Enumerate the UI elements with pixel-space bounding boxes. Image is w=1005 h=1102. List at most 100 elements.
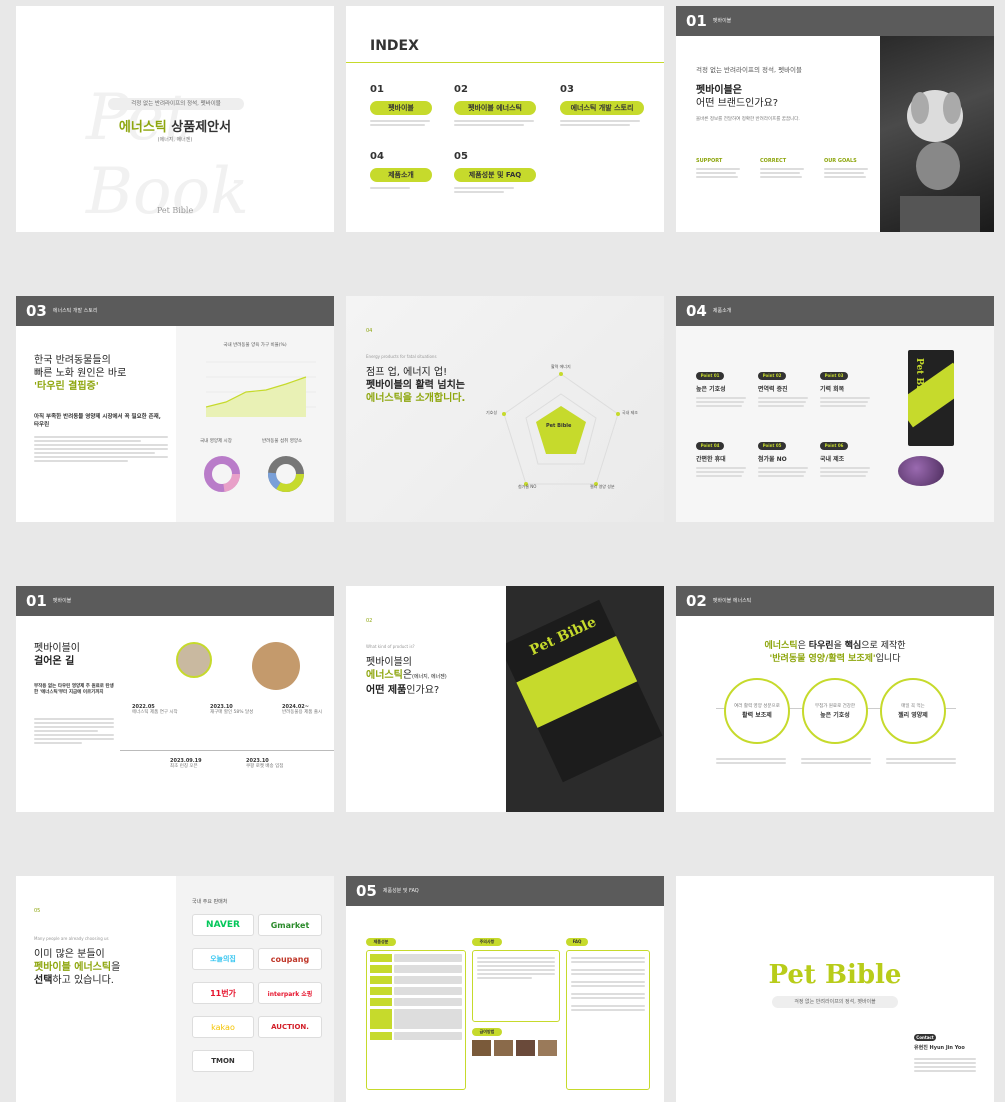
core-desc	[716, 756, 956, 766]
index-item-04[interactable]: 04 제품소개	[370, 151, 432, 191]
story-chart-panel: 국내 반려동물 양육 가구 비율(%) 국내 영양제 시장 반려동물 섭취 영양…	[176, 326, 334, 522]
story-headline: 한국 반려동물들의 빠른 노화 원인은 바로 '타우린 결핍증'	[34, 355, 127, 392]
index-title: INDEX	[370, 38, 419, 54]
vendors-headline: 이미 많은 분들이 펫바이블 에너스틱을 선택하고 있습니다.	[34, 949, 121, 986]
slide-vendors[interactable]: 05 Many people are already choosing us 이…	[16, 876, 334, 1102]
slide-energy-intro[interactable]: 04 Energy products for fatal situations …	[346, 296, 664, 522]
vendor-ohouse: 오늘의집	[192, 948, 254, 970]
vendors-eyebrow: Many people are already choosing us	[34, 936, 109, 941]
slide-ingredients-faq[interactable]: 05 제품성분 및 FAQ 제품성분 주의사항 급여방법 FAQ	[346, 876, 664, 1102]
brand-tagline: 걱정 없는 반려라이프의 정석, 펫바이블	[696, 66, 803, 74]
radar-center-label: Pet Bible	[546, 423, 572, 429]
point-05: Point 05 첨가물 NO	[758, 432, 808, 479]
radar-axis-2: 국내 제조	[622, 410, 638, 415]
faq-box	[566, 950, 650, 1090]
contact-name: 유현진 Hyun Jin Yoo	[914, 1045, 965, 1051]
energy-eyebrow: Energy products for fatal situations	[366, 354, 437, 359]
vendor-kakao: kakao	[192, 1016, 254, 1038]
slide-header: 02 펫바이블 에너스틱	[676, 586, 994, 616]
radar-chart	[502, 372, 620, 486]
product-photo: Pet Bible	[506, 586, 664, 812]
timeline-event-3: 2024.02~ 반려동물용 제품 출시	[282, 704, 323, 715]
tag-ingredients: 제품성분	[366, 938, 396, 946]
line-chart	[206, 361, 316, 417]
slide-header: 04 제품소개	[676, 296, 994, 326]
slide-history[interactable]: 01 펫바이블 펫바이블이 걸어온 길 부작용 없는 타우린 영양제 주 원료로 탄…	[16, 586, 334, 812]
tag-faq: FAQ	[566, 938, 588, 946]
vendor-auction: AUCTION.	[258, 1016, 322, 1038]
point-06: Point 06 국내 제조	[820, 432, 870, 479]
core-headline: 에너스틱은 타우린을 핵심으로 제작한 '반려동물 영양/활력 보조제'입니다	[764, 641, 906, 664]
vendor-coupang: coupang	[258, 948, 322, 970]
history-body	[34, 716, 114, 746]
index-item-05[interactable]: 05 제품성분 및 FAQ	[454, 151, 536, 195]
timeline-event-4: 2023.09.19 최초 런칭 오픈	[170, 758, 202, 769]
timeline-event-1: 2022.05 에너스틱 제품 연구 시작	[132, 704, 178, 715]
donut-chart-2	[268, 456, 304, 492]
caution-box	[472, 950, 560, 1022]
index-item-02[interactable]: 02 펫바이블 에너스틱	[454, 84, 536, 128]
slide-header: 01 펫바이블	[16, 586, 334, 616]
closing-tagline: 걱정 없는 반려라이프의 정석, 펫바이블	[772, 996, 898, 1008]
line-chart-title: 국내 반려동물 양육 가구 비율(%)	[223, 343, 287, 348]
tag-feeding: 급여방법	[472, 1028, 502, 1036]
slide-brand-intro[interactable]: 01 펫바이블 걱정 없는 반려라이프의 정석, 펫바이블 펫바이블은 어떤 브랜드…	[676, 6, 994, 232]
slide-index[interactable]: INDEX 01 펫바이블 02 펫바이블 에너스틱 03 에너스틱 개발 스토…	[346, 6, 664, 232]
slide-what-product[interactable]: 02 What kind of product is? 펫바이블의 에너스틱은(…	[346, 586, 664, 812]
what-headline: 펫바이블의 에너스틱은(에너지, 에너젠) 어떤 제품인가요?	[366, 657, 447, 696]
cover-brand: Pet Bible	[156, 206, 194, 215]
cover-subtitle: (에너지, 에너젠)	[157, 137, 193, 143]
slide-product-points[interactable]: 04 제품소개 Point 01 높은 기호성 Point 02 면역력 증진 Poi…	[676, 296, 994, 522]
brand-desc: 올바른 정보를 전달하여 정확한 반려라이프를 꿈꿉니다.	[696, 117, 800, 122]
timeline-event-2: 2023.10 재구매 할인 58% 달성	[210, 704, 254, 715]
what-eyebrow: What kind of product is?	[366, 644, 415, 649]
timeline-photo-1	[176, 642, 212, 678]
what-num: 02	[366, 618, 373, 624]
pie-label-2: 반려동물 섭취 영양소	[262, 439, 303, 444]
radar-axis-1: 활력 에너지	[551, 364, 571, 369]
feeding-images	[472, 1040, 557, 1056]
point-01: Point 01 높은 기호성	[696, 362, 746, 409]
vendor-11st: 11번가	[192, 982, 254, 1004]
index-rule	[346, 62, 664, 63]
vendor-gmarket: Gmarket	[258, 914, 322, 936]
cover-title: 에너스틱 상품제안서	[118, 120, 232, 135]
radar-axis-3: 젤리 영양 성분	[590, 484, 615, 489]
index-item-01[interactable]: 01 펫바이블	[370, 84, 432, 128]
core-circle-3: 매일 꼭 먹는 젤리 영양제	[880, 678, 946, 744]
story-sub: 아직 부족한 반려동물 영양제 시장에서 꼭 필요한 존재, 타우린	[34, 414, 161, 428]
index-item-03[interactable]: 03 에너스틱 개발 스토리	[560, 84, 644, 128]
vendor-interpark: interpark 쇼핑	[258, 982, 322, 1004]
contact-details	[914, 1056, 976, 1074]
radar-axis-4: 첨가물 NO	[518, 484, 537, 489]
slide-header: 01 펫바이블	[676, 6, 994, 36]
slide-cover[interactable]: Pet Book 걱정 없는 반려라이프의 정석, 펫바이블 에너스틱 상품제안…	[16, 6, 334, 232]
slide-closing[interactable]: Pet Bible 걱정 없는 반려라이프의 정석, 펫바이블 Contact …	[676, 876, 994, 1102]
slide-header: 03 에너스틱 개발 스토리	[16, 296, 334, 326]
slide-header: 05 제품성분 및 FAQ	[346, 876, 664, 906]
slide-energystick-core[interactable]: 02 펫바이블 에너스틱 에너스틱은 타우린을 핵심으로 제작한 '반려동물 영양…	[676, 586, 994, 812]
point-03: Point 03 기력 회복	[820, 362, 870, 409]
brand-question: 펫바이블은 어떤 브랜드인가요?	[696, 85, 779, 109]
timeline-event-5: 2023.10 쿠팡 로켓 배송 입점	[246, 758, 284, 769]
history-title: 펫바이블이 걸어온 길	[34, 643, 80, 667]
energy-num: 04	[366, 328, 373, 334]
slide-dev-story[interactable]: 03 에너스틱 개발 스토리 한국 반려동물들의 빠른 노화 원인은 바로 '타우린 …	[16, 296, 334, 522]
product-box: Pet Bible	[908, 350, 954, 446]
puppy-kitten-photo	[880, 36, 994, 232]
energy-headline: 점프 업, 에너지 업! 펫바이블의 활력 넘치는 에너스틱을 소개합니다.	[366, 367, 466, 404]
core-circle-2: 무첨가 원료로 건강한 높은 기호성	[802, 678, 868, 744]
vendor-naver: NAVER	[192, 914, 254, 936]
donut-chart-1	[204, 456, 240, 492]
vendor-tmon: TMON	[192, 1050, 254, 1072]
timeline-axis	[120, 750, 334, 751]
closing-brand: Pet Bible	[768, 960, 902, 990]
tag-caution: 주의사항	[472, 938, 502, 946]
vendors-title: 국내 주요 판매처	[192, 899, 228, 905]
radar-axis-5: 기호성	[486, 410, 498, 415]
point-04: Point 04 간편한 휴대	[696, 432, 746, 479]
point-02: Point 02 면역력 증진	[758, 362, 808, 409]
story-body	[34, 434, 168, 464]
core-circle-1: 여러 활력 영양 성분으로 활력 보조제	[724, 678, 790, 744]
timeline-photo-2	[252, 642, 300, 690]
